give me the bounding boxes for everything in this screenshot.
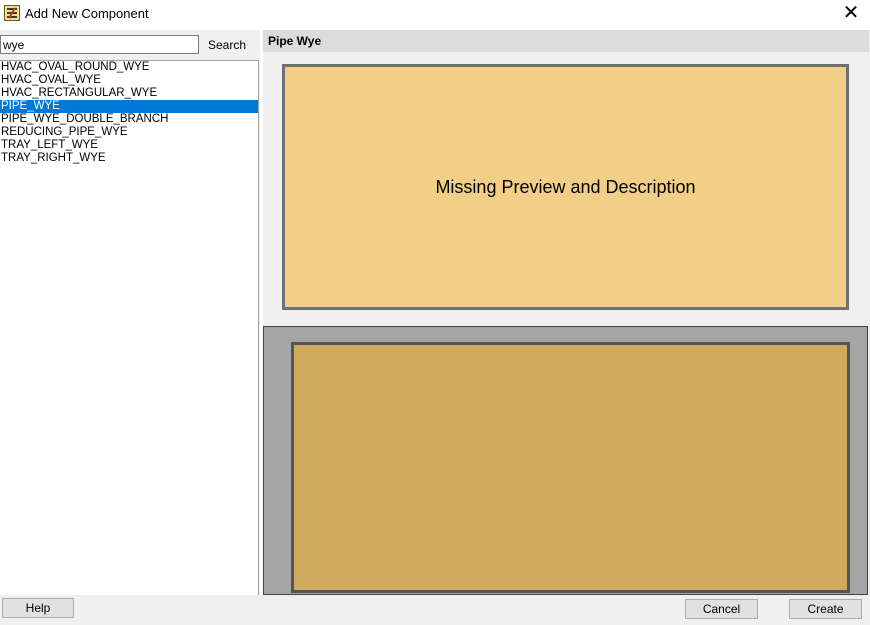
window-title: Add New Component <box>25 6 149 21</box>
title-bar: Add New Component ✕ <box>0 0 870 28</box>
description-placeholder <box>291 342 850 593</box>
list-item[interactable]: TRAY_LEFT_WYE <box>0 139 258 152</box>
list-item[interactable]: REDUCING_PIPE_WYE <box>0 126 258 139</box>
missing-preview-text: Missing Preview and Description <box>435 176 696 197</box>
help-button[interactable]: Help <box>2 598 74 618</box>
footer-bar: Help Cancel Create <box>0 595 870 625</box>
search-button[interactable]: Search <box>203 34 251 55</box>
cancel-button[interactable]: Cancel <box>685 599 758 619</box>
right-panel: Pipe Wye Missing Preview and Description <box>263 30 870 595</box>
component-list[interactable]: HVAC_OVAL_ROUND_WYE HVAC_OVAL_WYE HVAC_R… <box>0 60 259 613</box>
list-item-selected[interactable]: PIPE_WYE <box>0 100 258 113</box>
preview-area: Missing Preview and Description <box>263 52 869 326</box>
left-panel: Search HVAC_OVAL_ROUND_WYE HVAC_OVAL_WYE… <box>0 30 260 613</box>
list-item[interactable]: PIPE_WYE_DOUBLE_BRANCH <box>0 113 258 126</box>
list-item[interactable]: HVAC_OVAL_ROUND_WYE <box>0 61 258 74</box>
close-icon[interactable]: ✕ <box>838 2 864 24</box>
list-item[interactable]: TRAY_RIGHT_WYE <box>0 152 258 165</box>
preview-header: Pipe Wye <box>263 30 869 52</box>
create-button[interactable]: Create <box>789 599 862 619</box>
preview-image-placeholder: Missing Preview and Description <box>282 64 849 310</box>
preview-title: Pipe Wye <box>268 34 322 48</box>
component-app-icon <box>4 5 20 21</box>
list-item[interactable]: HVAC_RECTANGULAR_WYE <box>0 87 258 100</box>
description-area <box>263 326 868 595</box>
list-item[interactable]: HVAC_OVAL_WYE <box>0 74 258 87</box>
search-input[interactable] <box>0 35 199 54</box>
